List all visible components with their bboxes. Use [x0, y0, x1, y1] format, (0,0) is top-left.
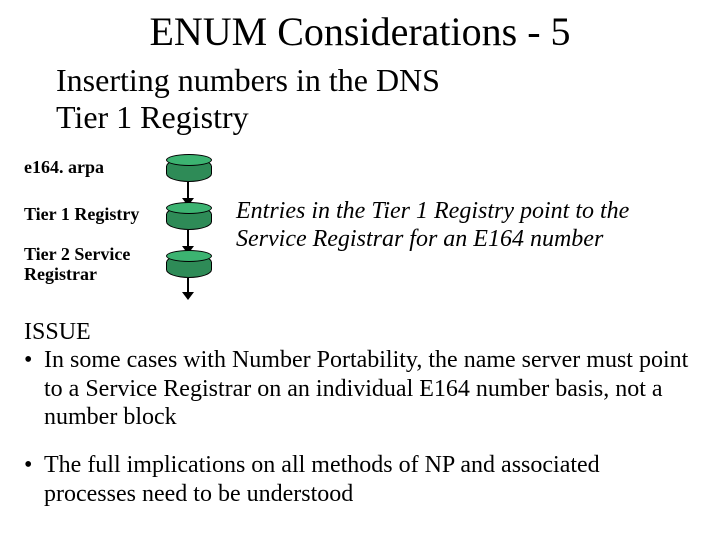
cylinder-icon	[166, 206, 212, 230]
bullet-marker-icon: •	[24, 451, 44, 508]
subtitle: Inserting numbers in the DNS Tier 1 Regi…	[56, 62, 440, 136]
subtitle-line-1: Inserting numbers in the DNS	[56, 62, 440, 99]
label-tier2-service-registrar: Tier 2 Service Registrar	[24, 245, 130, 285]
label-e164-arpa: e164. arpa	[24, 158, 104, 178]
issue-bullet: • The full implications on all methods o…	[24, 451, 696, 508]
issue-section: ISSUE • In some cases with Number Portab…	[24, 318, 696, 508]
issue-bullet: • In some cases with Number Portability,…	[24, 346, 696, 431]
label-tier2-line-2: Registrar	[24, 265, 130, 285]
issue-bullet-text: In some cases with Number Portability, t…	[44, 346, 696, 431]
cylinder-icon	[166, 158, 212, 182]
subtitle-line-2: Tier 1 Registry	[56, 99, 440, 136]
registry-description: Entries in the Tier 1 Registry point to …	[236, 198, 696, 253]
bullet-marker-icon: •	[24, 346, 44, 431]
hierarchy-diagram	[158, 152, 218, 302]
issue-bullet-text: The full implications on all methods of …	[44, 451, 696, 508]
cylinder-icon	[166, 254, 212, 278]
issue-heading: ISSUE	[24, 318, 696, 346]
label-tier2-line-1: Tier 2 Service	[24, 245, 130, 265]
label-tier1-registry: Tier 1 Registry	[24, 205, 139, 225]
slide: ENUM Considerations - 5 Inserting number…	[0, 0, 720, 540]
page-title: ENUM Considerations - 5	[0, 8, 720, 55]
